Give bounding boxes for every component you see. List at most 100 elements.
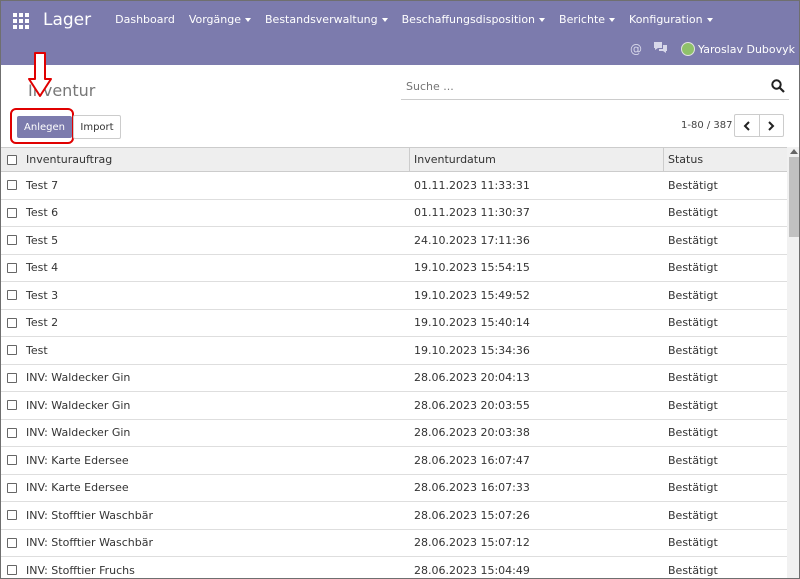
caret-down-icon — [706, 18, 713, 22]
table-row[interactable]: INV: Karte Edersee 28.06.2023 16:07:33 Bes… — [1, 475, 787, 502]
pager-next-button[interactable] — [760, 115, 784, 136]
table-header: Inventurauftrag Inventurdatum Status — [1, 147, 787, 172]
list-table: Inventurauftrag Inventurdatum Status Tes… — [1, 147, 787, 578]
row-checkbox[interactable] — [7, 455, 17, 466]
cell-order: INV: Stofftier Waschbär — [26, 508, 153, 522]
caret-down-icon — [245, 18, 252, 22]
table-row[interactable]: Test 2 19.10.2023 15:40:14 Bestätigt — [1, 310, 787, 337]
cell-date: 24.10.2023 17:11:36 — [414, 233, 530, 247]
avatar — [681, 42, 695, 56]
import-button[interactable]: Import — [73, 115, 121, 139]
column-header-order[interactable]: Inventurauftrag — [26, 153, 112, 166]
cell-date: 01.11.2023 11:33:31 — [414, 178, 530, 192]
table-row[interactable]: Test 3 19.10.2023 15:49:52 Bestätigt — [1, 282, 787, 310]
cell-order: INV: Waldecker Gin — [26, 371, 131, 385]
user-name: Yaroslav Dubovyk — [698, 42, 796, 56]
nav-item-berichte[interactable]: Berichte — [559, 13, 616, 26]
nav-item-vorgaenge[interactable]: Vorgänge — [188, 13, 252, 26]
cell-date: 28.06.2023 16:07:33 — [414, 481, 530, 495]
nav-label: Dashboard — [115, 13, 175, 26]
pager-previous-button[interactable] — [735, 115, 760, 136]
row-checkbox[interactable] — [7, 427, 17, 438]
cell-date: 19.10.2023 15:34:36 — [414, 343, 530, 357]
chat-icon[interactable] — [653, 41, 668, 57]
row-checkbox[interactable] — [7, 180, 17, 191]
column-header-date[interactable]: Inventurdatum — [414, 153, 496, 166]
row-checkbox[interactable] — [7, 565, 17, 576]
nav-label: Vorgänge — [188, 13, 242, 26]
cell-order: Test 4 — [26, 261, 59, 275]
cell-date: 19.10.2023 15:49:52 — [414, 288, 530, 302]
cell-date: 28.06.2023 20:03:55 — [414, 398, 530, 412]
cell-order: Test 6 — [26, 206, 59, 220]
cell-order: INV: Waldecker Gin — [26, 426, 131, 440]
row-checkbox[interactable] — [7, 290, 17, 301]
cell-status: Bestätigt — [668, 536, 718, 550]
row-checkbox[interactable] — [7, 510, 17, 521]
table-row[interactable]: INV: Stofftier Waschbär 28.06.2023 15:07:… — [1, 530, 787, 557]
row-checkbox[interactable] — [7, 207, 17, 218]
cell-order: INV: Karte Edersee — [26, 453, 129, 467]
nav-item-dashboard[interactable]: Dashboard — [115, 13, 175, 26]
table-row[interactable]: INV: Karte Edersee 28.06.2023 16:07:47 Bes… — [1, 447, 787, 475]
table-row[interactable]: Test 7 01.11.2023 11:33:31 Bestätigt — [1, 172, 787, 200]
cell-order: INV: Karte Edersee — [26, 481, 129, 495]
caret-down-icon — [381, 18, 388, 22]
cell-status: Bestätigt — [668, 178, 718, 192]
nav-item-konfiguration[interactable]: Konfiguration — [629, 13, 713, 26]
cell-status: Bestätigt — [668, 398, 718, 412]
select-all-checkbox[interactable] — [7, 154, 17, 165]
nav-item-beschaffungsdisposition[interactable]: Beschaffungsdisposition — [402, 13, 546, 26]
cell-order: Test 7 — [26, 178, 59, 192]
table-row[interactable]: INV: Waldecker Gin 28.06.2023 20:04:13 Bes… — [1, 365, 787, 392]
row-checkbox[interactable] — [7, 235, 17, 246]
search-icon[interactable] — [771, 79, 785, 93]
caret-down-icon — [609, 18, 616, 22]
cell-order: Test — [26, 343, 48, 357]
row-checkbox[interactable] — [7, 537, 17, 548]
row-checkbox[interactable] — [7, 400, 17, 411]
app-title[interactable]: Lager — [43, 10, 91, 30]
column-divider — [409, 148, 410, 171]
cell-order: INV: Stofftier Fruchs — [26, 563, 135, 577]
apps-menu-icon[interactable] — [13, 12, 33, 29]
table-row[interactable]: INV: Stofftier Fruchs 28.06.2023 15:04:49… — [1, 557, 787, 578]
scrollbar[interactable] — [787, 147, 799, 578]
table-row[interactable]: Test 5 24.10.2023 17:11:36 Bestätigt — [1, 227, 787, 255]
row-checkbox[interactable] — [7, 345, 17, 356]
table-row[interactable]: INV: Stofftier Waschbär 28.06.2023 15:07:… — [1, 502, 787, 530]
scrollbar-thumb[interactable] — [789, 157, 799, 237]
cell-status: Bestätigt — [668, 481, 718, 495]
nav-label: Berichte — [559, 13, 606, 26]
cell-date: 28.06.2023 20:03:38 — [414, 426, 530, 440]
nav-item-bestandsverwaltung[interactable]: Bestandsverwaltung — [265, 13, 388, 26]
scroll-up-arrow-icon[interactable] — [790, 149, 798, 154]
down-arrow-icon — [28, 52, 52, 97]
table-row[interactable]: Test 6 01.11.2023 11:30:37 Bestätigt — [1, 200, 787, 227]
cell-status: Bestätigt — [668, 453, 718, 467]
cell-status: Bestätigt — [668, 343, 718, 357]
table-row[interactable]: INV: Waldecker Gin 28.06.2023 20:03:38 Bes… — [1, 420, 787, 447]
cell-date: 28.06.2023 15:04:49 — [414, 563, 530, 577]
create-button[interactable]: Anlegen — [17, 116, 72, 138]
row-checkbox[interactable] — [7, 262, 17, 273]
user-menu[interactable]: Yaroslav Dubovyk — [681, 39, 799, 59]
cell-status: Bestätigt — [668, 206, 718, 220]
row-checkbox[interactable] — [7, 372, 17, 383]
cell-order: Test 5 — [26, 233, 59, 247]
pager-value[interactable]: 1-80 / 387 — [681, 120, 733, 131]
row-checkbox[interactable] — [7, 482, 17, 493]
cell-order: INV: Waldecker Gin — [26, 398, 131, 412]
search-bar — [401, 74, 789, 100]
table-row[interactable]: INV: Waldecker Gin 28.06.2023 20:03:55 Bes… — [1, 392, 787, 420]
search-input[interactable] — [401, 76, 751, 97]
row-checkbox[interactable] — [7, 317, 17, 328]
nav-label: Konfiguration — [629, 13, 703, 26]
table-row[interactable]: Test 19.10.2023 15:34:36 Bestätigt — [1, 337, 787, 365]
at-icon[interactable]: @ — [630, 42, 642, 56]
table-row[interactable]: Test 4 19.10.2023 15:54:15 Bestätigt — [1, 255, 787, 282]
column-divider — [663, 148, 664, 171]
cell-date: 28.06.2023 15:07:26 — [414, 508, 530, 522]
column-header-status[interactable]: Status — [668, 153, 703, 166]
nav-label: Bestandsverwaltung — [265, 13, 378, 26]
